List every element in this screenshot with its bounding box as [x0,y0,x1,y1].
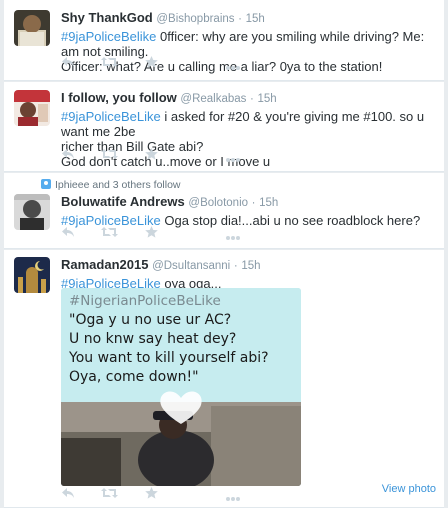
social-context-text: Iphieee and 3 others follow [55,179,181,191]
author-handle[interactable]: @Bishopbrains [156,13,234,25]
separator: · [250,93,254,105]
view-photo-link[interactable]: View photo [382,483,436,495]
retweet-icon[interactable] [101,56,118,71]
tweet[interactable]: Iphieee and 3 others follow Boluwatife A… [4,173,444,249]
tweet-photo[interactable]: #NigerianPoliceBeLike "Oga y u no use ur… [61,288,301,486]
hashtag-link[interactable]: #9jaPoliceBelike [61,29,156,44]
favorite-icon[interactable] [145,148,158,163]
favorite-icon[interactable] [145,56,158,71]
separator: · [233,260,238,272]
author-handle[interactable]: @Realkabas [180,93,246,105]
avatar[interactable] [14,10,50,46]
tweet[interactable]: Ramadan2015 @Dsultansanni · 15h #9jaPoli… [4,250,444,508]
avatar[interactable] [14,194,50,230]
author-handle[interactable]: @Bolotonio [188,197,248,209]
reply-icon[interactable] [61,226,75,241]
reply-icon[interactable] [61,487,75,502]
more-icon[interactable] [225,490,241,505]
tweet-timestamp[interactable]: 15h [241,260,260,272]
more-icon[interactable] [225,151,241,166]
author-name[interactable]: Ramadan2015 [61,257,148,272]
author-name[interactable]: I follow, you follow [61,90,177,105]
photo-hashtag: #NigerianPoliceBeLike [69,293,221,309]
tweet[interactable]: Shy ThankGod @Bishopbrains · 15h #9jaPol… [4,0,444,81]
photo-text-line: You want to kill yourself abi? [69,350,269,366]
separator: · [251,197,256,209]
retweet-icon[interactable] [101,148,118,163]
separator: · [238,13,242,25]
tweet-timeline: Shy ThankGod @Bishopbrains · 15h #9jaPol… [0,0,448,508]
tweet[interactable]: I follow, you follow @Realkabas · 15h #9… [4,82,444,172]
hashtag-link[interactable]: #9jaPoliceBeLike [61,109,161,124]
tweet-timestamp[interactable]: 15h [258,93,277,105]
tweet-text-line: Oga stop dia!...abi u no see roadblock h… [160,213,421,228]
tweet-timestamp[interactable]: 15h [259,197,278,209]
more-icon[interactable] [225,229,241,244]
reply-icon[interactable] [61,56,75,71]
retweet-icon[interactable] [101,226,118,241]
more-icon[interactable] [225,59,241,74]
photo-text-line: Oya, come down!" [69,369,199,385]
reply-icon[interactable] [61,148,75,163]
avatar[interactable] [14,257,50,293]
author-name[interactable]: Boluwatife Andrews [61,194,185,209]
photo-text-line: U no knw say heat dey? [69,331,237,347]
favorite-icon[interactable] [145,226,158,241]
photo-text-line: "Oga y u no use ur AC? [69,312,232,328]
photo-caption: #NigerianPoliceBeLike "Oga y u no use ur… [69,292,297,387]
retweet-icon[interactable] [101,487,118,502]
tweet-timestamp[interactable]: 15h [246,13,265,25]
author-handle[interactable]: @Dsultansanni [152,260,230,272]
follow-icon [41,179,51,189]
social-context[interactable]: Iphieee and 3 others follow [41,179,181,191]
tweet-text-line: richer than Bill Gate abi? [61,139,204,154]
author-name[interactable]: Shy ThankGod [61,10,153,25]
avatar[interactable] [14,90,50,126]
favorite-icon[interactable] [145,487,158,502]
